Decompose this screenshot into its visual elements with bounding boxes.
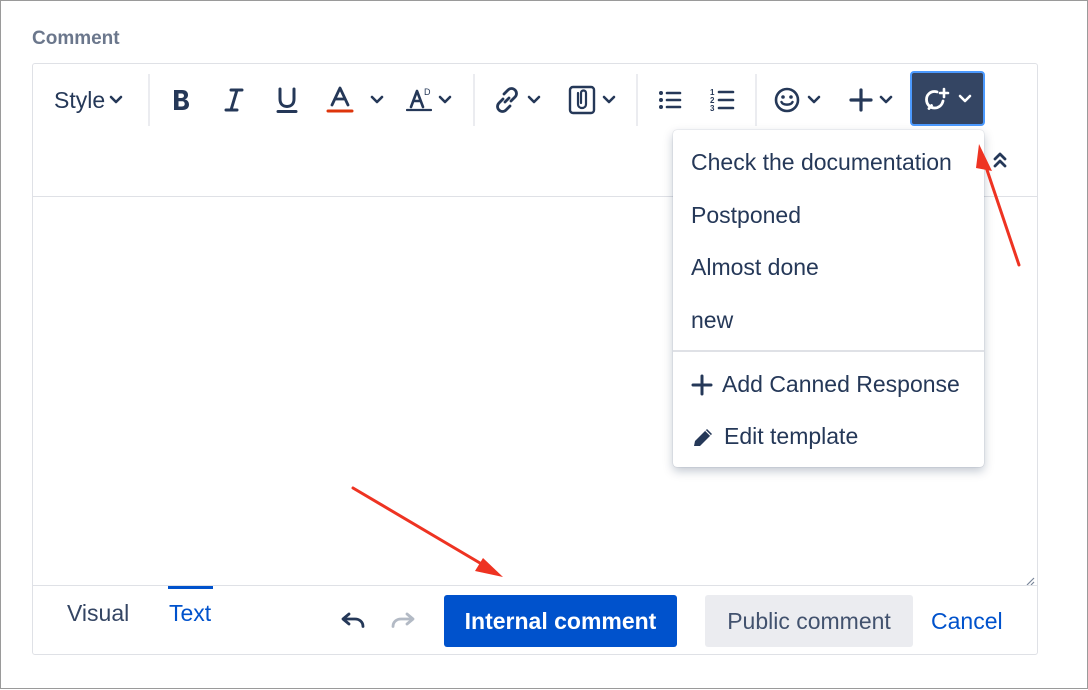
active-tab-indicator [168,586,213,589]
collapse-toolbar-button[interactable] [991,150,1009,175]
chevron-down-icon [370,95,384,104]
double-chevron-up-icon [993,152,1007,168]
numbered-list-button[interactable]: 123 [709,72,735,128]
menu-divider [673,350,984,352]
add-canned-response-item[interactable]: Add Canned Response [691,371,960,398]
emoji-icon [774,87,800,113]
style-dropdown[interactable]: Style [54,72,123,128]
frame: Comment Style D 1 2 3 Visual Text Intern… [0,0,1088,689]
chevron-down-icon [879,95,893,104]
chevron-down-icon [807,95,821,104]
canned-response-item[interactable]: Postponed [691,202,801,229]
chevron-down-icon [527,95,541,104]
emoji-button[interactable] [773,72,821,128]
undo-icon [341,612,365,628]
bullet-list-icon [659,91,682,109]
toolbar-divider [636,74,638,126]
tab-visual[interactable]: Visual [67,600,129,627]
canned-response-item[interactable]: new [691,307,733,334]
bold-button[interactable] [170,72,192,128]
numbered-list-icon: 123 [710,88,735,113]
redo-button[interactable] [390,612,416,635]
italic-icon [224,88,244,112]
attachment-button[interactable] [568,72,616,128]
underline-icon [276,87,298,113]
underline-button[interactable] [275,72,299,128]
chevron-down-icon [109,95,123,104]
toolbar-divider [148,74,150,126]
internal-comment-button[interactable]: Internal comment [444,595,677,647]
add-canned-response-label: Add Canned Response [722,371,960,397]
text-color-icon [326,86,354,113]
editor-footer: Visual Text Internal comment Public comm… [33,585,1037,655]
chevron-down-icon [602,95,616,104]
insert-button[interactable] [849,72,893,128]
insert-plus-icon [849,88,873,112]
text-formatting-icon: D [406,87,432,112]
svg-text:3: 3 [710,104,715,113]
tab-text[interactable]: Text [169,600,211,627]
edit-template-item[interactable]: Edit template [691,423,858,450]
canned-responses-icon [924,87,949,110]
link-button[interactable] [493,72,541,128]
canned-response-item[interactable]: Check the documentation [691,149,952,176]
chevron-down-icon [438,95,452,104]
undo-button[interactable] [340,612,366,635]
comment-label: Comment [32,28,120,49]
public-comment-button[interactable]: Public comment [705,595,913,647]
edit-template-label: Edit template [724,423,859,449]
toolbar-divider [755,74,757,126]
link-icon [496,87,518,113]
bold-icon [174,90,189,110]
pencil-icon [694,428,712,446]
text-formatting-button[interactable]: D [406,72,452,128]
bullet-list-button[interactable] [657,72,683,128]
cancel-button[interactable]: Cancel [931,608,1003,635]
canned-response-item[interactable]: Almost done [691,254,819,281]
redo-icon [391,612,415,628]
canned-responses-button[interactable] [910,71,985,126]
canned-responses-menu: Check the documentation Postponed Almost… [673,130,984,467]
style-label: Style [54,86,106,113]
chevron-down-icon [958,94,971,102]
svg-text:D: D [424,87,431,97]
plus-icon [691,374,713,395]
toolbar-divider [473,74,475,126]
attachment-icon [568,85,596,115]
italic-button[interactable] [223,72,245,128]
text-color-button[interactable] [326,72,384,128]
